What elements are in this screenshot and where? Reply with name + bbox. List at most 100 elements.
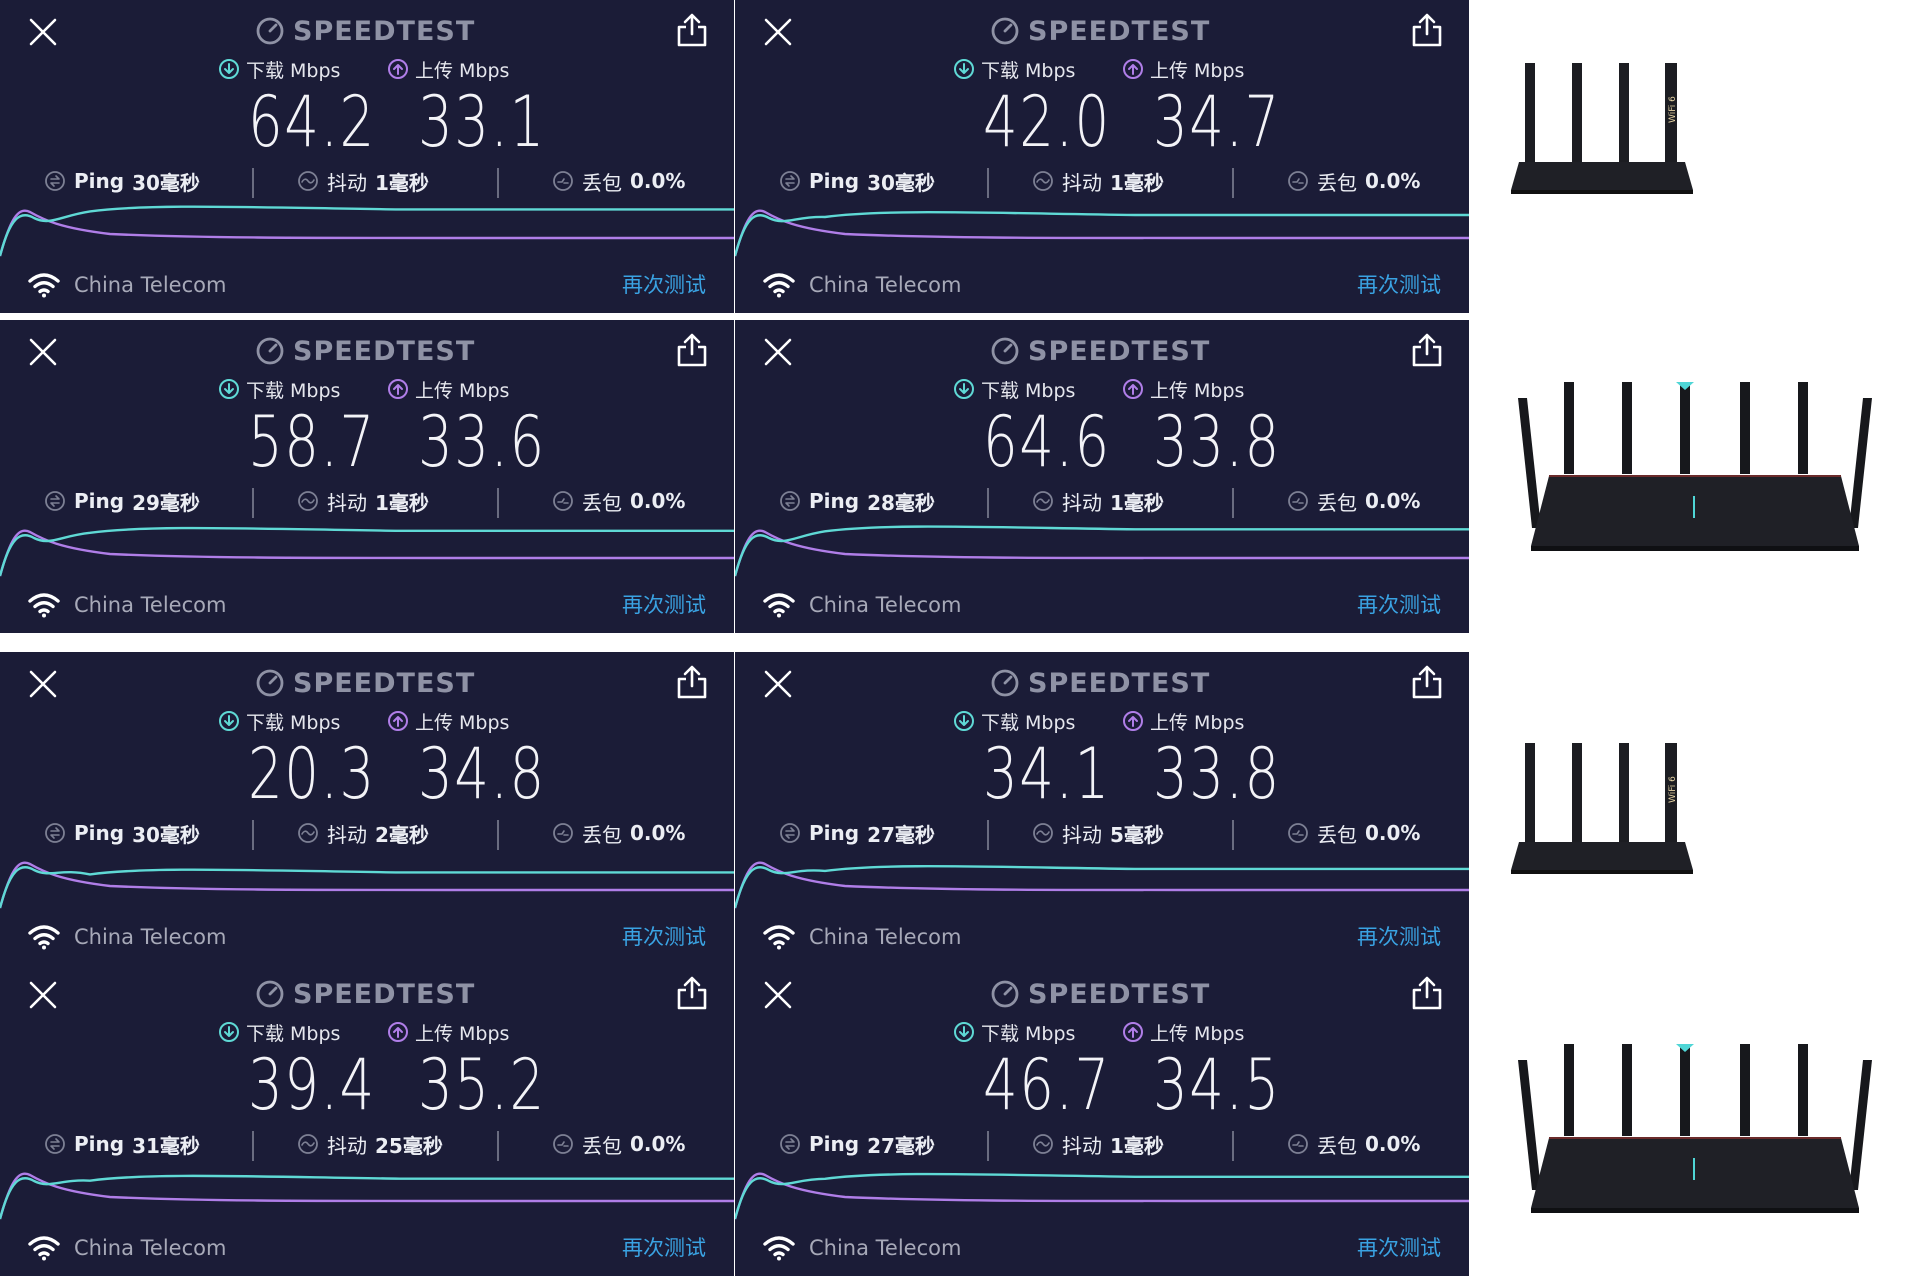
download-label-text: 下载 Mbps — [981, 1022, 1076, 1045]
packet-loss-label: 丢包 — [582, 170, 622, 195]
packet-loss-value: 0.0% — [630, 821, 686, 845]
share-icon[interactable] — [675, 332, 709, 368]
isp-info: China Telecom — [763, 270, 961, 300]
download-label-text: 下载 Mbps — [981, 59, 1076, 82]
upload-label: 上传 Mbps — [1122, 56, 1244, 82]
share-icon[interactable] — [675, 664, 709, 700]
close-icon[interactable] — [762, 16, 794, 48]
jitter-stat: 抖动 25毫秒 — [297, 1129, 443, 1159]
isp-info: China Telecom — [28, 1233, 226, 1263]
speedtest-logo: SPEEDTEST — [990, 333, 1210, 369]
packet-loss-stat: 丢包 0.0% — [552, 486, 685, 516]
test-again-link[interactable]: 再次测试 — [622, 590, 706, 620]
download-label: 下载 Mbps — [218, 56, 340, 82]
brand-label: SPEEDTEST — [293, 15, 476, 47]
close-icon[interactable] — [762, 979, 794, 1011]
divider — [1232, 488, 1234, 518]
isp-name: China Telecom — [74, 273, 227, 297]
packet-loss-icon — [552, 490, 574, 512]
upload-arrow-icon — [1122, 710, 1144, 732]
speed-graph — [0, 205, 734, 257]
test-again-link[interactable]: 再次测试 — [622, 1233, 706, 1263]
ping-stat: Ping 27毫秒 — [779, 1129, 935, 1159]
upload-label: 上传 Mbps — [387, 56, 509, 82]
close-icon[interactable] — [27, 16, 59, 48]
divider — [252, 1131, 254, 1161]
share-icon[interactable] — [1410, 12, 1444, 48]
jitter-label: 抖动 — [327, 822, 367, 847]
result-row: SPEEDTEST 下载 Mbps 上传 Mbps 64.2 33.1 Ping… — [0, 0, 1469, 313]
isp-info: China Telecom — [763, 1233, 961, 1263]
upload-label-text: 上传 Mbps — [415, 379, 510, 402]
brand-label: SPEEDTEST — [1028, 667, 1211, 699]
download-arrow-icon — [953, 58, 975, 80]
download-speed-curve — [0, 205, 734, 257]
divider — [497, 820, 499, 850]
download-speed-curve — [0, 526, 734, 577]
ping-icon — [44, 490, 66, 512]
brand-label: SPEEDTEST — [1028, 978, 1211, 1010]
router-7-antenna-image — [1518, 1044, 1872, 1213]
gauge-icon — [990, 979, 1020, 1009]
download-arrow-icon — [218, 378, 240, 400]
upload-label-text: 上传 Mbps — [415, 1022, 510, 1045]
isp-name: China Telecom — [74, 925, 227, 949]
upload-arrow-icon — [387, 710, 409, 732]
download-label: 下载 Mbps — [953, 376, 1075, 402]
close-icon[interactable] — [27, 979, 59, 1011]
close-icon[interactable] — [27, 668, 59, 700]
upload-speed-value: 33.8 — [1153, 733, 1281, 815]
ping-label: Ping — [74, 169, 125, 193]
download-arrow-icon — [953, 378, 975, 400]
jitter-value: 5毫秒 — [1110, 822, 1164, 847]
jitter-value: 2毫秒 — [375, 822, 429, 847]
ping-label: Ping — [74, 1132, 125, 1156]
test-again-link[interactable]: 再次测试 — [1357, 270, 1441, 300]
packet-loss-value: 0.0% — [630, 169, 686, 193]
upload-speed-curve — [735, 529, 1469, 577]
packet-loss-stat: 丢包 0.0% — [1287, 818, 1420, 848]
jitter-stat: 抖动 2毫秒 — [297, 818, 429, 848]
speed-graph — [0, 526, 734, 577]
test-again-link[interactable]: 再次测试 — [1357, 590, 1441, 620]
share-icon[interactable] — [675, 12, 709, 48]
packet-loss-icon — [552, 1133, 574, 1155]
jitter-label: 抖动 — [327, 490, 367, 515]
share-icon[interactable] — [1410, 332, 1444, 368]
test-again-link[interactable]: 再次测试 — [622, 922, 706, 952]
share-icon[interactable] — [1410, 664, 1444, 700]
jitter-label: 抖动 — [1062, 490, 1102, 515]
ping-value: 30毫秒 — [867, 170, 935, 195]
test-again-link[interactable]: 再次测试 — [1357, 1233, 1441, 1263]
jitter-icon — [1032, 1133, 1054, 1155]
divider — [497, 168, 499, 198]
test-again-link[interactable]: 再次测试 — [622, 270, 706, 300]
speedtest-logo: SPEEDTEST — [255, 665, 475, 701]
speedtest-result-panel: SPEEDTEST 下载 Mbps 上传 Mbps 39.4 35.2 Ping… — [0, 963, 734, 1276]
gauge-icon — [990, 336, 1020, 366]
packet-loss-stat: 丢包 0.0% — [1287, 166, 1420, 196]
speedtest-result-panel: SPEEDTEST 下载 Mbps 上传 Mbps 34.1 33.8 Ping… — [735, 652, 1469, 965]
download-speed-value: 46.7 — [983, 1044, 1111, 1126]
gauge-icon — [255, 979, 285, 1009]
upload-arrow-icon — [387, 1021, 409, 1043]
wifi-icon — [28, 924, 60, 950]
download-label-text: 下载 Mbps — [246, 1022, 341, 1045]
ping-icon — [779, 490, 801, 512]
share-icon[interactable] — [1410, 975, 1444, 1011]
download-label-text: 下载 Mbps — [246, 711, 341, 734]
download-arrow-icon — [953, 710, 975, 732]
jitter-value: 1毫秒 — [375, 170, 429, 195]
close-icon[interactable] — [762, 668, 794, 700]
download-speed-value: 39.4 — [248, 1044, 376, 1126]
test-again-link[interactable]: 再次测试 — [1357, 922, 1441, 952]
close-icon[interactable] — [27, 336, 59, 368]
share-icon[interactable] — [675, 975, 709, 1011]
download-arrow-icon — [218, 1021, 240, 1043]
packet-loss-value: 0.0% — [630, 489, 686, 513]
isp-name: China Telecom — [74, 1236, 227, 1260]
packet-loss-label: 丢包 — [582, 1133, 622, 1158]
router-badge: WiFi 6 — [1668, 776, 1678, 803]
close-icon[interactable] — [762, 336, 794, 368]
wifi-icon — [763, 1235, 795, 1261]
